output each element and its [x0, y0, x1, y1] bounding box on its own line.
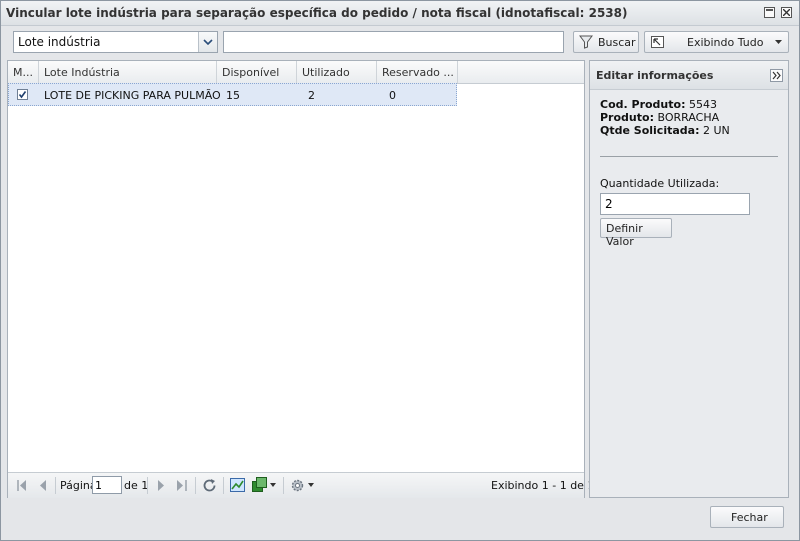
table-row[interactable]: LOTE DE PICKING PARA PULMÃO 15 2 0	[8, 83, 457, 106]
export-icon[interactable]	[252, 477, 268, 492]
pager-divider	[55, 477, 56, 494]
set-value-button[interactable]: Definir Valor	[600, 218, 672, 248]
view-mode-label: Exibindo Tudo	[687, 36, 764, 49]
close-button[interactable]: Fechar	[710, 506, 784, 528]
chevron-down-icon[interactable]	[198, 32, 217, 52]
edit-info-panel: Editar informações Cod. Produto: 5543 Pr…	[589, 60, 789, 498]
refresh-icon[interactable]	[202, 478, 217, 493]
window-title: Vincular lote indústria para separação e…	[6, 6, 628, 20]
requested-quantity-value: 2 UN	[702, 124, 730, 137]
page-total-label: de 1	[124, 479, 149, 492]
close-button-label: Fechar	[731, 511, 768, 524]
search-button[interactable]: Buscar	[573, 31, 639, 53]
set-value-button-label: Definir Valor	[606, 222, 643, 248]
caret-down-icon	[775, 40, 782, 44]
cell-reservado: 0	[389, 89, 396, 102]
title-bar: Vincular lote indústria para separação e…	[1, 1, 799, 26]
row-checkbox[interactable]	[17, 89, 28, 100]
search-button-label: Buscar	[598, 36, 636, 49]
collapse-panel-icon[interactable]	[770, 69, 783, 82]
search-toolbar: Lote indústria Buscar Exibindo Tudo	[7, 27, 791, 57]
caret-down-icon[interactable]	[270, 483, 276, 487]
lots-grid: M... Lote Indústria Disponível Utilizado…	[7, 60, 594, 498]
check-icon	[18, 91, 27, 99]
maximize-icon[interactable]	[764, 7, 775, 18]
cell-disponivel: 15	[226, 89, 240, 102]
pager-divider	[147, 477, 148, 494]
product-code: Cod. Produto: 5543	[600, 98, 717, 111]
column-header-mark[interactable]: M...	[8, 61, 39, 83]
edit-info-title: Editar informações	[596, 69, 714, 82]
product-name-label: Produto:	[600, 111, 654, 124]
product-code-label: Cod. Produto:	[600, 98, 686, 111]
chart-icon[interactable]	[230, 478, 245, 492]
next-page-icon[interactable]	[158, 480, 165, 491]
close-icon[interactable]	[781, 7, 792, 18]
view-mode-icon	[651, 36, 664, 48]
view-mode-button[interactable]: Exibindo Tudo	[644, 31, 789, 53]
previous-page-icon[interactable]	[39, 480, 46, 491]
pager-divider	[223, 477, 224, 494]
search-input[interactable]	[223, 31, 564, 53]
last-page-icon[interactable]	[177, 480, 187, 491]
cell-utilizado: 2	[308, 89, 315, 102]
gear-icon[interactable]	[290, 478, 305, 493]
product-name-value: BORRACHA	[657, 111, 720, 124]
product-code-value: 5543	[688, 98, 717, 111]
first-page-icon[interactable]	[17, 480, 27, 491]
column-header-utilizado[interactable]: Utilizado	[297, 61, 377, 83]
requested-quantity: Qtde Solicitada: 2 UN	[600, 124, 730, 137]
column-header-lote[interactable]: Lote Indústria	[39, 61, 217, 83]
paging-toolbar: Página de 1 Exibindo 1 - 1 de 1	[8, 472, 594, 498]
pager-divider	[195, 477, 196, 494]
dialog-window: Vincular lote indústria para separação e…	[0, 0, 800, 541]
filter-field-select[interactable]: Lote indústria	[13, 31, 218, 53]
caret-down-icon[interactable]	[308, 483, 314, 487]
filter-field-value: Lote indústria	[18, 35, 101, 49]
edit-info-header: Editar informações	[590, 61, 788, 90]
panel-divider	[600, 156, 778, 157]
used-quantity-input[interactable]	[600, 193, 750, 215]
requested-quantity-label: Qtde Solicitada:	[600, 124, 700, 137]
grid-header: M... Lote Indústria Disponível Utilizado…	[8, 61, 584, 84]
page-number-input[interactable]	[92, 476, 122, 494]
funnel-icon	[579, 35, 593, 49]
column-header-reservado[interactable]: Reservado ...	[377, 61, 458, 83]
paging-display-info: Exibindo 1 - 1 de 1	[491, 479, 595, 492]
pager-divider	[283, 477, 284, 494]
cell-lote: LOTE DE PICKING PARA PULMÃO	[44, 89, 221, 102]
used-quantity-label: Quantidade Utilizada:	[600, 177, 720, 190]
column-header-disponivel[interactable]: Disponível	[217, 61, 297, 83]
product-name: Produto: BORRACHA	[600, 111, 719, 124]
